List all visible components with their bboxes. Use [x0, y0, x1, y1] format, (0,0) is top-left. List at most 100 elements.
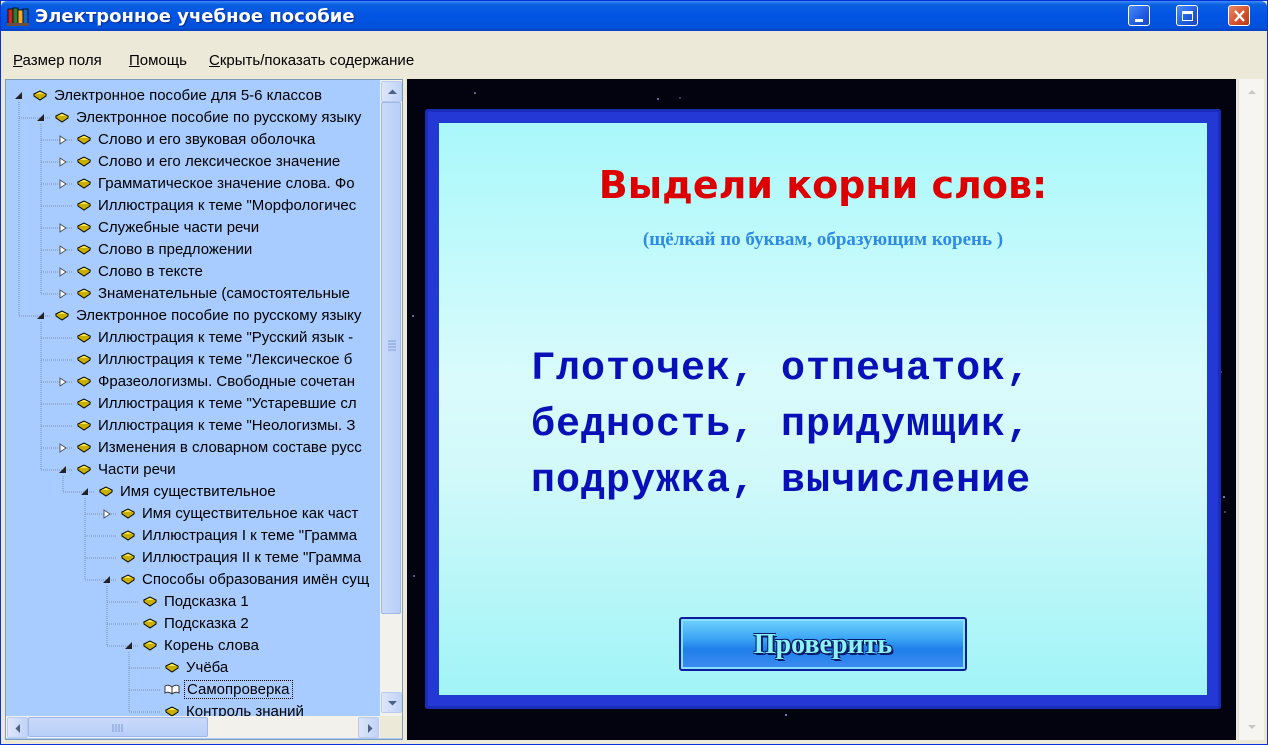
tree-item-label: Подсказка 2 [164, 615, 249, 632]
collapse-arrow-icon[interactable] [124, 641, 134, 651]
expand-arrow-icon[interactable] [58, 157, 68, 167]
tree-item-label: Иллюстрация I к теме "Грамма [142, 527, 358, 544]
scroll-left-button[interactable] [7, 717, 28, 738]
book-icon [77, 178, 91, 189]
tree-item-label: Иллюстрация к теме "Лексическое б [98, 351, 353, 368]
tree-item-label: Электронное пособие по русскому языку [76, 109, 362, 126]
book-icon [77, 376, 91, 387]
tree-connector [40, 322, 72, 361]
expand-arrow-icon[interactable] [58, 443, 68, 453]
star-dot [657, 98, 659, 100]
scrollbar-corner [380, 716, 402, 738]
tree-item-label: Способы образования имён сущ [142, 571, 370, 588]
book-icon [77, 420, 91, 431]
close-button[interactable] [1228, 5, 1250, 26]
book-icon [77, 464, 91, 475]
tree-connector [84, 498, 116, 559]
arrow-up-icon[interactable] [1246, 87, 1258, 97]
collapse-arrow-icon[interactable] [58, 465, 68, 475]
star-dot [412, 315, 414, 317]
tree-connector [128, 652, 160, 713]
collapse-arrow-icon[interactable] [102, 575, 112, 585]
tree-connector [128, 652, 160, 669]
menu-accel: П [129, 52, 140, 69]
tree-item-label: Корень слова [164, 637, 259, 654]
arrow-up-icon [388, 89, 397, 94]
book-icon [77, 244, 91, 255]
grip-icon [388, 340, 396, 351]
tree-vertical-scrollbar[interactable] [380, 80, 402, 716]
book-icon [77, 222, 91, 233]
app-books-icon [7, 7, 29, 26]
tree-item-label: Слово в предложении [98, 241, 253, 258]
minimize-icon [1135, 19, 1143, 22]
star-dot [1223, 496, 1225, 498]
collapse-arrow-icon[interactable] [36, 311, 46, 321]
word-line-2[interactable]: бедность, придумщик, [531, 403, 1031, 448]
book-icon [77, 398, 91, 409]
scroll-down-button[interactable] [381, 692, 402, 713]
menu-accel: С [209, 52, 220, 69]
collapse-arrow-icon[interactable] [36, 113, 46, 123]
tree-item-label: Имя существительное как част [142, 505, 359, 522]
menu-help[interactable]: Помощь [129, 52, 187, 69]
book-icon [55, 310, 69, 321]
expand-arrow-icon[interactable] [58, 135, 68, 145]
tree-item-label: Знаменательные (самостоятельные [98, 285, 351, 302]
expand-arrow-icon[interactable] [58, 377, 68, 387]
menu-label: крыть/показать содержание [219, 52, 415, 69]
book-icon [99, 486, 113, 497]
tree-item-label: Части речи [98, 461, 176, 478]
contents-tree[interactable]: Электронное пособие для 5-6 классов Элект… [5, 79, 403, 740]
tree-item-label: Иллюстрация к теме "Устаревшие сл [98, 395, 357, 412]
book-icon [143, 640, 157, 651]
expand-arrow-icon[interactable] [58, 289, 68, 299]
tree-item-label: Иллюстрация II к теме "Грамма [142, 549, 362, 566]
star-dot [785, 714, 787, 716]
tree-item-label: Иллюстрация к теме "Морфологичес [98, 197, 357, 214]
expand-arrow-icon[interactable] [58, 267, 68, 277]
tree-connector [40, 322, 72, 383]
tree-item-label: Грамматическое значение слова. Фо [98, 175, 355, 192]
scroll-right-button[interactable] [358, 717, 379, 738]
tree-item-label: Имя существительное [120, 483, 276, 500]
horizontal-scroll-thumb[interactable] [28, 717, 208, 737]
content-vertical-scrollbar[interactable] [1238, 79, 1264, 740]
collapse-arrow-icon[interactable] [80, 487, 90, 497]
book-icon [121, 508, 135, 519]
window-title: Электронное учебное пособие [35, 6, 355, 27]
expand-arrow-icon[interactable] [58, 245, 68, 255]
menu-field-size[interactable]: Размер поля [13, 52, 102, 69]
tree-item-label: Электронное пособие по русскому языку [76, 307, 362, 324]
book-icon [77, 442, 91, 453]
tree-connector [106, 586, 138, 625]
tree-horizontal-scrollbar[interactable] [6, 716, 380, 738]
tree-item-label: Подсказка 1 [164, 593, 249, 610]
tree-connector [106, 586, 138, 603]
expand-arrow-icon[interactable] [58, 223, 68, 233]
expand-arrow-icon[interactable] [102, 509, 112, 519]
star-dot [679, 97, 681, 99]
arrow-left-icon [15, 724, 20, 733]
title-bar[interactable]: Электронное учебное пособие [1, 1, 1267, 31]
collapse-arrow-icon[interactable] [14, 91, 24, 101]
menu-toggle-contents[interactable]: Скрыть/показать содержание [209, 52, 414, 69]
tree-item-label: Учёба [186, 659, 229, 676]
check-button[interactable]: Проверить [679, 617, 967, 671]
task-title: Выдели корни слов: [598, 163, 1048, 207]
vertical-scroll-thumb[interactable] [381, 102, 401, 614]
word-line-1[interactable]: Глоточек, отпечаток, [531, 347, 1031, 392]
book-icon [121, 552, 135, 563]
exercise-frame: Выдели корни слов: (щёлкай по буквам, об… [425, 109, 1221, 709]
scroll-up-button[interactable] [381, 81, 402, 102]
close-icon [1234, 10, 1245, 22]
book-icon [77, 354, 91, 365]
tree-connector [40, 124, 72, 185]
word-line-3[interactable]: подружка, вычисление [531, 459, 1031, 504]
arrow-down-icon[interactable] [1246, 722, 1258, 732]
book-icon [77, 200, 91, 211]
expand-arrow-icon[interactable] [58, 179, 68, 189]
maximize-button[interactable] [1176, 5, 1198, 26]
tree-item-label: Слово в тексте [98, 263, 203, 280]
minimize-button[interactable] [1128, 5, 1150, 26]
